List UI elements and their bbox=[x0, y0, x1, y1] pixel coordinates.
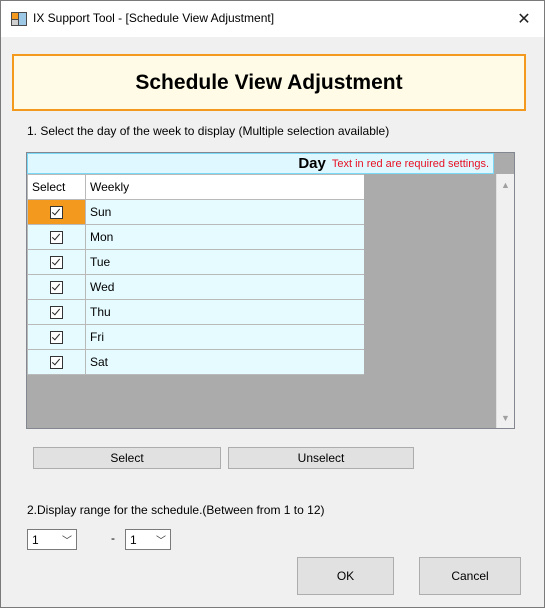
select-cell[interactable] bbox=[27, 224, 86, 250]
page-title: Schedule View Adjustment bbox=[12, 54, 526, 111]
table-row[interactable]: Fri bbox=[27, 324, 365, 350]
range-to-value: 1 bbox=[130, 532, 137, 547]
weekday-cell: Fri bbox=[85, 324, 365, 350]
day-grid[interactable]: Day Text in red are required settings. S… bbox=[26, 152, 515, 429]
table-row[interactable]: Sun bbox=[27, 199, 365, 225]
unselect-button[interactable]: Unselect bbox=[228, 447, 414, 469]
range-to-select[interactable]: 1 ﹀ bbox=[125, 529, 171, 550]
checkbox-checked[interactable] bbox=[50, 281, 63, 295]
dialog-window: IX Support Tool - [Schedule View Adjustm… bbox=[0, 0, 545, 608]
select-cell[interactable] bbox=[27, 249, 86, 275]
checkbox-checked[interactable] bbox=[50, 331, 63, 345]
table-row[interactable]: Sat bbox=[27, 349, 365, 375]
scroll-up-icon[interactable]: ▲ bbox=[497, 176, 514, 193]
column-header-select[interactable]: Select bbox=[27, 174, 86, 200]
checkbox-checked[interactable] bbox=[50, 306, 63, 320]
scroll-down-icon[interactable]: ▼ bbox=[497, 409, 514, 426]
select-cell[interactable] bbox=[27, 274, 86, 300]
chevron-down-icon: ﹀ bbox=[62, 536, 72, 547]
grid-title-bar: Day Text in red are required settings. bbox=[27, 153, 494, 174]
select-cell[interactable] bbox=[27, 349, 86, 375]
select-cell[interactable] bbox=[27, 324, 86, 350]
grid-empty-area bbox=[364, 174, 496, 428]
range-separator: - bbox=[111, 531, 115, 545]
window-title: IX Support Tool - [Schedule View Adjustm… bbox=[33, 11, 275, 25]
ok-button[interactable]: OK bbox=[297, 557, 394, 595]
weekday-cell: Sun bbox=[85, 199, 365, 225]
cancel-button[interactable]: Cancel bbox=[419, 557, 521, 595]
day-section-label: 1. Select the day of the week to display… bbox=[27, 124, 390, 138]
range-section-label: 2.Display range for the schedule.(Betwee… bbox=[27, 503, 325, 517]
table-row[interactable]: Mon bbox=[27, 224, 365, 250]
app-icon bbox=[11, 12, 27, 26]
select-cell[interactable] bbox=[27, 299, 86, 325]
day-table: Select Weekly Sun Mon Tue Wed Thu Fri Sa… bbox=[27, 174, 365, 375]
vertical-scrollbar[interactable]: ▲ ▼ bbox=[496, 174, 514, 428]
chevron-down-icon: ﹀ bbox=[156, 536, 166, 547]
checkbox-checked[interactable] bbox=[50, 231, 63, 245]
weekday-cell: Wed bbox=[85, 274, 365, 300]
weekday-cell: Tue bbox=[85, 249, 365, 275]
checkbox-checked[interactable] bbox=[50, 206, 63, 220]
checkbox-checked[interactable] bbox=[50, 356, 63, 370]
select-button[interactable]: Select bbox=[33, 447, 221, 469]
weekday-cell: Mon bbox=[85, 224, 365, 250]
close-icon[interactable]: ✕ bbox=[504, 1, 544, 37]
weekday-cell: Thu bbox=[85, 299, 365, 325]
table-header-row: Select Weekly bbox=[27, 174, 365, 200]
select-cell[interactable] bbox=[27, 199, 86, 225]
grid-title: Day bbox=[298, 155, 326, 172]
dialog-body: Schedule View Adjustment 1. Select the d… bbox=[1, 37, 544, 607]
table-row[interactable]: Thu bbox=[27, 299, 365, 325]
range-from-select[interactable]: 1 ﹀ bbox=[27, 529, 77, 550]
range-from-value: 1 bbox=[32, 532, 39, 547]
required-note: Text in red are required settings. bbox=[331, 157, 489, 170]
column-header-weekly[interactable]: Weekly bbox=[85, 174, 365, 200]
checkbox-checked[interactable] bbox=[50, 256, 63, 270]
table-row[interactable]: Wed bbox=[27, 274, 365, 300]
weekday-cell: Sat bbox=[85, 349, 365, 375]
title-bar: IX Support Tool - [Schedule View Adjustm… bbox=[1, 1, 544, 37]
table-row[interactable]: Tue bbox=[27, 249, 365, 275]
